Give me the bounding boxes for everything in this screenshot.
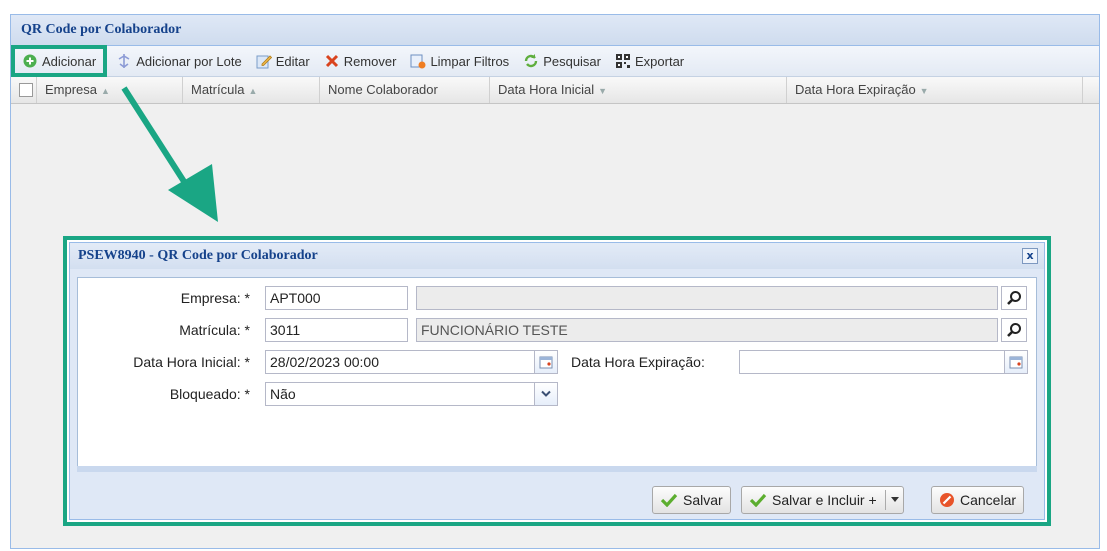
remove-button[interactable]: Remover — [317, 49, 404, 73]
calendar-icon[interactable] — [534, 351, 557, 373]
qr-code-dialog: PSEW8940 - QR Code por Colaborador x Emp… — [63, 236, 1051, 526]
cancel-icon — [940, 493, 954, 507]
search-label: Pesquisar — [543, 53, 601, 69]
data-inicial-label: Data Hora Inicial: * — [133, 354, 250, 370]
export-button[interactable]: Exportar — [608, 49, 691, 73]
form-separator — [77, 466, 1037, 472]
refresh-icon — [523, 53, 539, 69]
add-batch-label: Adicionar por Lote — [136, 53, 242, 69]
sort-desc-icon: ▼ — [598, 86, 608, 96]
checkmark-icon — [749, 493, 767, 507]
add-button[interactable]: Adicionar — [10, 45, 108, 77]
sort-desc-icon: ▼ — [919, 86, 929, 96]
checkmark-icon — [660, 493, 678, 507]
panel-title: QR Code por Colaborador — [11, 15, 1099, 46]
clear-filter-icon — [410, 53, 426, 69]
data-inicial-field[interactable]: 28/02/2023 00:00 — [265, 350, 558, 374]
dialog-title: PSEW8940 - QR Code por Colaborador — [78, 248, 318, 263]
matricula-field[interactable]: 3011 — [265, 318, 408, 342]
edit-label: Editar — [275, 53, 310, 69]
data-expiracao-label: Data Hora Expiração: — [571, 354, 705, 370]
search-icon — [1007, 291, 1021, 305]
matricula-description: FUNCIONÁRIO TESTE — [416, 318, 998, 342]
clear-filters-button[interactable]: Limpar Filtros — [403, 49, 516, 73]
split-chevron-down-icon[interactable] — [884, 490, 899, 510]
empresa-description — [416, 286, 998, 310]
edit-button[interactable]: Editar — [249, 49, 317, 73]
export-label: Exportar — [635, 53, 685, 69]
save-button[interactable]: Salvar — [652, 486, 731, 514]
sort-asc-icon: ▲ — [248, 86, 258, 96]
sort-asc-icon: ▲ — [101, 86, 110, 96]
clear-filters-label: Limpar Filtros — [430, 53, 510, 69]
save-include-button[interactable]: Salvar e Incluir + — [741, 486, 904, 514]
empresa-field[interactable]: APT000 — [265, 286, 408, 310]
add-icon — [22, 53, 38, 69]
matricula-label: Matrícula: * — [179, 322, 250, 338]
form-area: Empresa: * APT000 Matrícula: * 3011 FUNC… — [77, 277, 1037, 467]
search-icon — [1007, 323, 1021, 337]
select-all-checkbox[interactable] — [11, 77, 37, 103]
data-inicial-value: 28/02/2023 00:00 — [270, 354, 379, 370]
dialog-footer: Salvar Salvar e Incluir + Cancelar — [77, 475, 1037, 519]
close-icon[interactable]: x — [1022, 248, 1038, 264]
remove-icon — [324, 53, 340, 69]
empresa-label: Empresa: * — [180, 290, 250, 306]
toolbar: Adicionar Adicionar por Lote Editar Remo… — [10, 45, 1099, 77]
edit-icon — [256, 53, 272, 69]
bloqueado-value: Não — [270, 386, 296, 402]
bloqueado-label: Bloqueado: * — [169, 386, 250, 402]
matricula-lookup-button[interactable] — [1001, 318, 1027, 342]
column-nome[interactable]: Nome Colaborador — [320, 77, 490, 103]
column-data-inicial[interactable]: Data Hora Inicial ▼ — [490, 77, 787, 103]
remove-label: Remover — [343, 53, 397, 69]
bloqueado-select[interactable]: Não — [265, 382, 558, 406]
cancel-button[interactable]: Cancelar — [931, 486, 1025, 514]
data-expiracao-field[interactable] — [739, 350, 1028, 374]
dialog-header: PSEW8940 - QR Code por Colaborador x — [70, 243, 1044, 269]
calendar-icon[interactable] — [1004, 351, 1027, 373]
annotation-arrow — [121, 86, 218, 222]
chevron-down-icon[interactable] — [534, 383, 557, 405]
add-label: Adicionar — [42, 53, 97, 69]
column-data-expiracao[interactable]: Data Hora Expiração ▼ — [787, 77, 1083, 103]
batch-icon — [116, 53, 132, 69]
empresa-lookup-button[interactable] — [1001, 286, 1027, 310]
qr-code-icon — [615, 53, 631, 69]
search-button[interactable]: Pesquisar — [516, 49, 608, 73]
add-batch-button[interactable]: Adicionar por Lote — [109, 49, 249, 73]
